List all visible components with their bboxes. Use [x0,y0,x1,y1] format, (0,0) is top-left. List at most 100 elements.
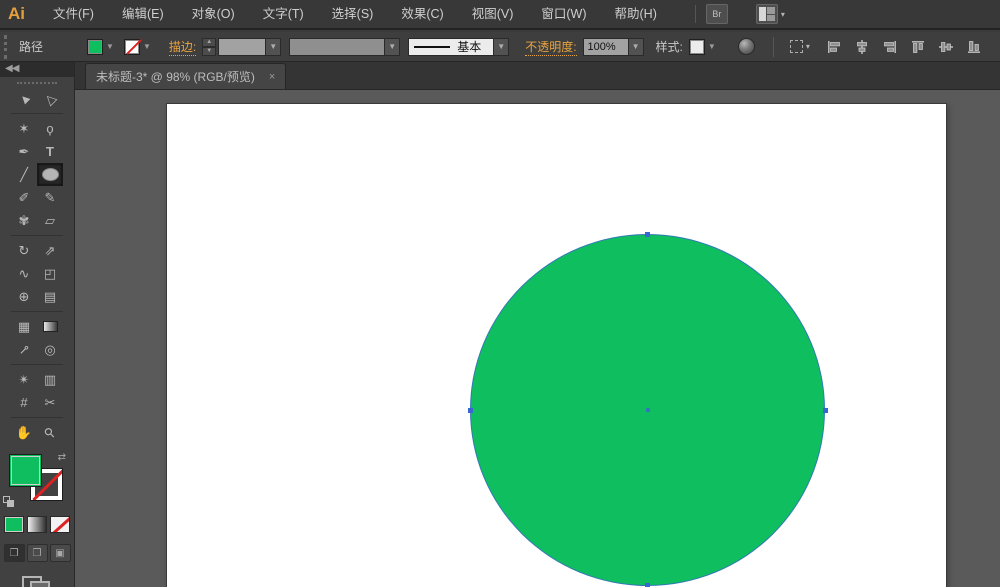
perspective-grid-tool[interactable]: ▤ [37,285,63,308]
scale-tool[interactable]: ⇗ [37,239,63,262]
blend-tool[interactable]: ◎ [37,338,63,361]
menu-effect[interactable]: 效果(C) [387,0,457,29]
slice-tool[interactable]: ✂ [37,391,63,414]
draw-inside-button[interactable]: ▣ [49,544,71,562]
stroke-panel-link[interactable]: 描边: [168,38,197,56]
gradient-button[interactable] [27,516,47,533]
stepper-up-icon[interactable]: ▲ [202,37,217,47]
line-segment-tool[interactable]: ╱ [11,163,37,186]
panel-grip[interactable] [4,34,11,59]
chevron-down-icon[interactable]: ▼ [266,37,282,56]
menu-object[interactable]: 对象(O) [178,0,249,29]
none-button[interactable] [50,516,70,533]
free-transform-tool[interactable]: ◰ [37,262,63,285]
style-control[interactable]: ▼ [688,38,716,55]
artboard[interactable] [166,103,947,587]
align-right-button[interactable] [878,35,902,59]
width-profile-value[interactable] [289,37,386,56]
menu-edit[interactable]: 编辑(E) [108,0,178,29]
menu-view[interactable]: 视图(V) [458,0,528,29]
anchor-point-bottom[interactable] [645,583,650,587]
align-v-center-icon [938,41,953,52]
arrange-documents-icon[interactable] [755,4,778,24]
panel-grip-dots[interactable] [17,82,57,84]
draw-behind-button[interactable]: ❒ [26,544,48,562]
mesh-tool[interactable]: ▦ [11,315,37,338]
pen-tool[interactable]: ✒ [11,140,37,163]
ellipse-tool[interactable] [37,163,63,186]
align-h-center-button[interactable] [850,35,874,59]
lasso-tool[interactable]: ϙ [37,117,63,140]
column-graph-tool[interactable]: ▥ [37,368,63,391]
align-left-button[interactable] [822,35,846,59]
chevron-down-icon[interactable]: ▼ [494,37,510,56]
align-to-dropdown[interactable]: ▾ [789,40,810,53]
align-bottom-button[interactable] [962,35,986,59]
fill-color-swatch[interactable] [87,38,104,55]
menu-select[interactable]: 选择(S) [318,0,388,29]
screen-mode-button[interactable] [22,576,52,587]
stepper-down-icon[interactable]: ▼ [202,46,217,56]
opacity-panel-link[interactable]: 不透明度: [525,38,577,56]
style-label: 样式: [655,40,683,54]
paintbrush-tool[interactable]: ✐ [11,186,37,209]
hand-tool[interactable]: ✋ [11,421,37,444]
menu-type[interactable]: 文字(T) [249,0,318,29]
anchor-point-left[interactable] [468,408,473,413]
brush-definition-box[interactable]: 基本 [408,37,495,56]
anchor-point-right[interactable] [823,408,828,413]
stroke-weight-stepper[interactable]: ▲ ▼ [202,37,217,56]
anchor-point-top[interactable] [645,232,650,237]
stroke-color-control[interactable]: ▼ [123,38,151,55]
opacity-value[interactable]: 100% [582,37,629,56]
blob-brush-tool[interactable]: ✾ [11,209,37,232]
width-profile-combo[interactable]: ▼ [289,37,401,56]
chevron-down-icon[interactable]: ▼ [106,42,114,51]
shape-builder-tool[interactable]: ⊕ [11,285,37,308]
direct-selection-tool[interactable]: △ [37,87,63,110]
bridge-icon[interactable]: Br [705,4,728,24]
chevron-down-icon[interactable]: ▾ [806,42,810,51]
menu-help[interactable]: 帮助(H) [601,0,671,29]
menu-window[interactable]: 窗口(W) [527,0,600,29]
stroke-color-swatch[interactable] [123,38,140,55]
pencil-tool[interactable]: ✎ [37,186,63,209]
recolor-artwork-icon[interactable] [737,38,755,55]
style-swatch[interactable] [688,38,705,55]
color-button[interactable] [4,516,24,533]
zoom-tool[interactable]: ⚲ [37,421,63,444]
collapse-panel-icon[interactable]: ◀◀ [0,62,74,77]
chevron-down-icon[interactable]: ▼ [143,42,151,51]
fill-indicator[interactable] [9,454,42,487]
type-tool[interactable]: T [37,140,63,163]
selection-tool[interactable]: ▲ [11,87,37,110]
stroke-weight-value[interactable] [218,37,267,56]
chevron-down-icon[interactable]: ▾ [781,10,785,19]
default-fill-stroke-icon[interactable] [3,496,15,508]
align-v-center-button[interactable] [934,35,958,59]
swap-fill-stroke-icon[interactable]: ⇄ [58,452,66,463]
document-tab[interactable]: 未标题-3* @ 98% (RGB/预览) × [85,63,287,89]
opacity-combo[interactable]: 100% ▼ [582,37,644,56]
gradient-tool[interactable] [37,315,63,338]
brush-definition-combo[interactable]: 基本 ▼ [408,37,510,56]
gradient-tool-icon [42,321,58,332]
menu-file[interactable]: 文件(F) [39,0,108,29]
magic-wand-tool[interactable]: ✶ [11,117,37,140]
chevron-down-icon[interactable]: ▼ [628,37,644,56]
canvas-area[interactable] [75,90,1000,587]
fill-color-control[interactable]: ▼ [87,38,114,55]
artboard-tool[interactable]: # [11,391,37,414]
eraser-tool[interactable]: ▱ [37,209,63,232]
close-icon[interactable]: × [269,71,275,83]
width-tool[interactable]: ∿ [11,262,37,285]
eyedropper-tool[interactable]: ⊸ [11,338,37,361]
chevron-down-icon[interactable]: ▼ [708,42,716,51]
chevron-down-icon[interactable]: ▼ [385,37,401,56]
column-graph-tool-icon: ▥ [43,371,57,387]
stroke-weight-combo[interactable]: ▼ [218,37,282,56]
rotate-tool[interactable]: ↻ [11,239,37,262]
align-top-button[interactable] [906,35,930,59]
draw-normal-button[interactable]: ❐ [3,544,25,562]
symbol-sprayer-tool[interactable]: ✴ [11,368,37,391]
